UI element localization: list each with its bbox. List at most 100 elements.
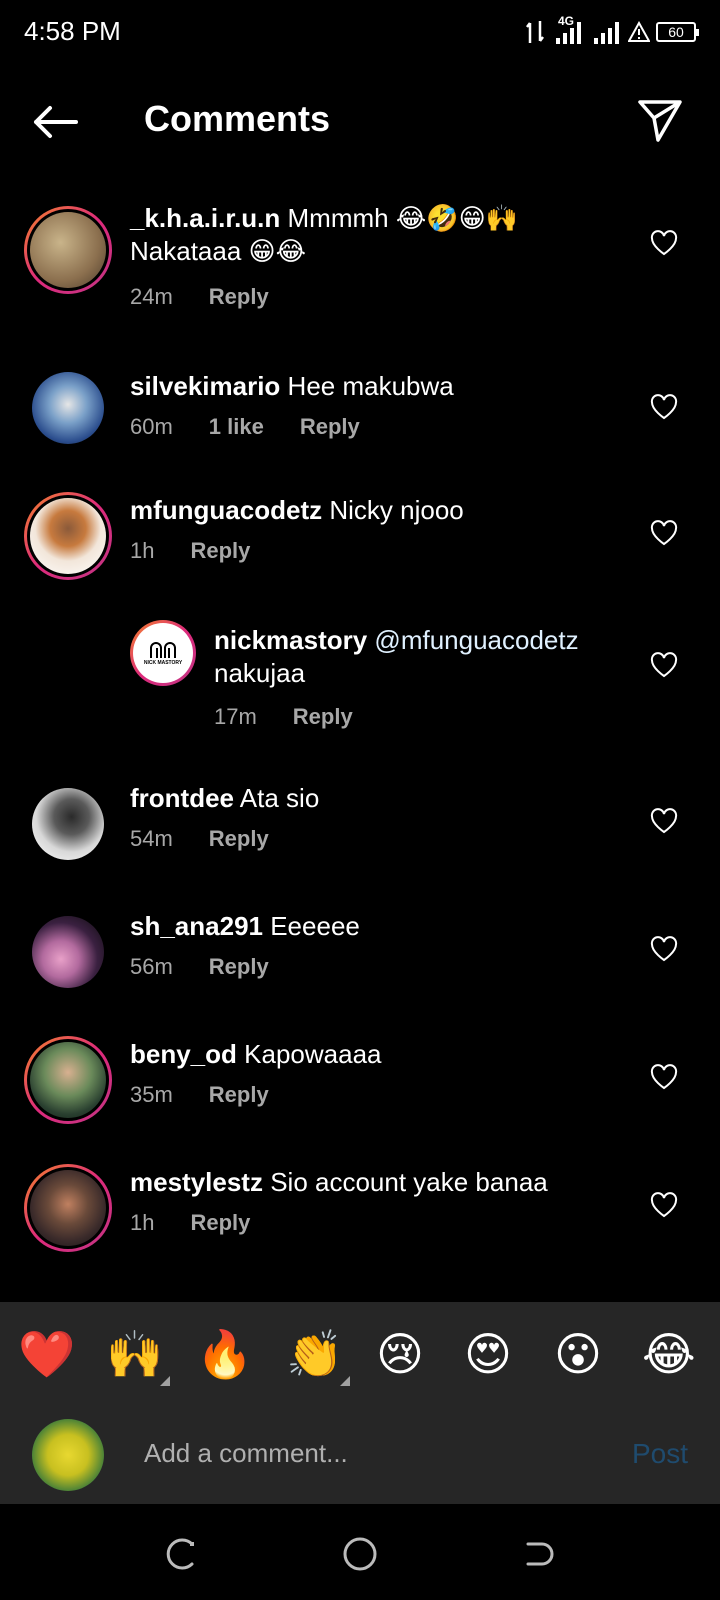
avatar[interactable] — [32, 916, 104, 988]
status-bar: 4:58 PM 4G 60 — [0, 0, 720, 64]
data-transfer-icon — [526, 21, 544, 43]
comment-meta: 1h Reply — [130, 538, 286, 564]
reply-button[interactable]: Reply — [190, 538, 250, 563]
reply-button[interactable]: Reply — [190, 1210, 250, 1235]
comment-meta: 56m Reply — [130, 954, 305, 980]
battery-indicator: 60 — [656, 22, 699, 42]
comment-message: Hee makubwa — [287, 371, 454, 401]
reply-button[interactable]: Reply — [209, 284, 269, 309]
avatar[interactable] — [24, 492, 112, 580]
emoji-heart-eyes[interactable]: 😍 — [464, 1326, 512, 1382]
comment-text: sh_ana291 Eeeeee — [130, 910, 650, 943]
comment-message: Kapowaaaa — [244, 1039, 382, 1069]
emoji-surprised[interactable]: 😮 — [554, 1326, 602, 1382]
heart-outline-icon[interactable] — [650, 394, 678, 420]
comment-username[interactable]: mestylestz — [130, 1167, 263, 1197]
avatar[interactable] — [24, 1164, 112, 1252]
reply-button[interactable]: Reply — [300, 414, 360, 439]
comment-composer: Add a comment... Post — [0, 1408, 720, 1504]
emoji-fire[interactable]: 🔥 — [196, 1326, 253, 1382]
comment-username[interactable]: _k.h.a.i.r.u.n — [130, 203, 280, 233]
comment-time: 35m — [130, 1082, 173, 1107]
heart-outline-icon[interactable] — [650, 1192, 678, 1218]
status-time: 4:58 PM — [24, 16, 121, 46]
comment-item: beny_od Kapowaaaa 35m Reply — [0, 1030, 720, 1130]
comment-input[interactable]: Add a comment... — [144, 1428, 584, 1478]
back-nav-icon[interactable] — [520, 1534, 560, 1574]
comment-item: mestylestz Sio account yake banaa 1h Repl… — [0, 1158, 720, 1258]
warning-icon — [628, 21, 650, 42]
comment-time: 17m — [214, 704, 257, 729]
page-title: Comments — [144, 98, 331, 139]
comment-item: sh_ana291 Eeeeee 56m Reply — [0, 902, 720, 1002]
post-button[interactable]: Post — [632, 1438, 688, 1470]
skin-tone-indicator — [160, 1376, 170, 1386]
system-nav-bar — [0, 1504, 720, 1600]
recents-icon[interactable] — [160, 1534, 200, 1574]
comment-likes[interactable]: 1 like — [209, 414, 264, 439]
home-circle-icon[interactable] — [340, 1534, 380, 1574]
back-button[interactable] — [26, 100, 82, 144]
comment-message: Sio account yake banaa — [270, 1167, 548, 1197]
comment-username[interactable]: silvekimario — [130, 371, 280, 401]
arrow-left-icon — [34, 106, 78, 138]
comment-text: mestylestz Sio account yake banaa — [130, 1166, 650, 1199]
comment-time: 1h — [130, 538, 155, 563]
emoji-clapping-hands[interactable]: 👏 — [286, 1326, 343, 1382]
avatar[interactable] — [32, 372, 104, 444]
reply-button[interactable]: Reply — [293, 704, 353, 729]
avatar[interactable] — [24, 206, 112, 294]
nick-mastory-logo-icon — [150, 642, 176, 658]
reply-button[interactable]: Reply — [209, 826, 269, 851]
comment-text: silvekimario Hee makubwa — [130, 370, 650, 403]
signal-4g-icon: 4G — [552, 14, 586, 46]
comment-time: 54m — [130, 826, 173, 851]
comment-meta: 24m Reply — [130, 284, 305, 310]
heart-outline-icon[interactable] — [650, 936, 678, 962]
comment-username[interactable]: nickmastory — [214, 625, 367, 655]
comment-text: beny_od Kapowaaaa — [130, 1038, 650, 1071]
comment-username[interactable]: frontdee — [130, 783, 234, 813]
comment-item: _k.h.a.i.r.u.n Mmmmh 😂🤣😁🙌 Nakataaa 😁😂 24… — [0, 200, 720, 330]
comment-meta: 35m Reply — [130, 1082, 305, 1108]
avatar[interactable] — [32, 788, 104, 860]
reply-button[interactable]: Reply — [209, 954, 269, 979]
status-icons: 4G 60 — [524, 14, 699, 46]
share-button[interactable] — [636, 96, 684, 144]
comment-username[interactable]: sh_ana291 — [130, 911, 263, 941]
comment-mention[interactable]: @mfunguacodetz — [374, 625, 578, 655]
signal-icon — [594, 22, 619, 44]
comment-message: nakujaa — [214, 658, 306, 688]
heart-outline-icon[interactable] — [650, 230, 678, 256]
comment-text: _k.h.a.i.r.u.n Mmmmh 😂🤣😁🙌 Nakataaa 😁😂 — [130, 202, 650, 268]
comment-time: 24m — [130, 284, 173, 309]
emoji-reaction-bar: ❤️ 🙌 🔥 👏 😢 😍 😮 😂 — [0, 1302, 720, 1408]
emoji-heart[interactable]: ❤️ — [18, 1326, 75, 1382]
comment-text: mfunguacodetz Nicky njooo — [130, 494, 650, 527]
emoji-raising-hands[interactable]: 🙌 — [106, 1326, 163, 1382]
heart-outline-icon[interactable] — [650, 1064, 678, 1090]
comment-text: frontdee Ata sio — [130, 782, 650, 815]
comment-text: nickmastory @mfunguacodetz nakujaa — [214, 624, 644, 690]
avatar[interactable] — [24, 1036, 112, 1124]
header: Comments — [0, 80, 720, 160]
comment-item: silvekimario Hee makubwa 60m 1 like Reply — [0, 368, 720, 468]
heart-outline-icon[interactable] — [650, 652, 678, 678]
comment-username[interactable]: beny_od — [130, 1039, 237, 1069]
current-user-avatar — [32, 1419, 104, 1491]
heart-outline-icon[interactable] — [650, 808, 678, 834]
comment-meta: 17m Reply — [214, 704, 389, 730]
comment-message: Eeeeee — [270, 911, 360, 941]
emoji-crying[interactable]: 😢 — [376, 1326, 424, 1382]
avatar[interactable]: NICK MASTORY — [130, 620, 196, 686]
reply-comment-item: NICK MASTORY nickmastory @mfunguacodetz … — [0, 620, 720, 740]
comment-message: Ata sio — [239, 783, 320, 813]
emoji-tears-of-joy[interactable]: 😂 — [642, 1326, 696, 1382]
comment-username[interactable]: mfunguacodetz — [130, 495, 322, 525]
comment-item: mfunguacodetz Nicky njooo 1h Reply — [0, 492, 720, 592]
comment-time: 1h — [130, 1210, 155, 1235]
paper-plane-icon — [638, 100, 682, 142]
reply-button[interactable]: Reply — [209, 1082, 269, 1107]
comment-time: 60m — [130, 414, 173, 439]
heart-outline-icon[interactable] — [650, 520, 678, 546]
